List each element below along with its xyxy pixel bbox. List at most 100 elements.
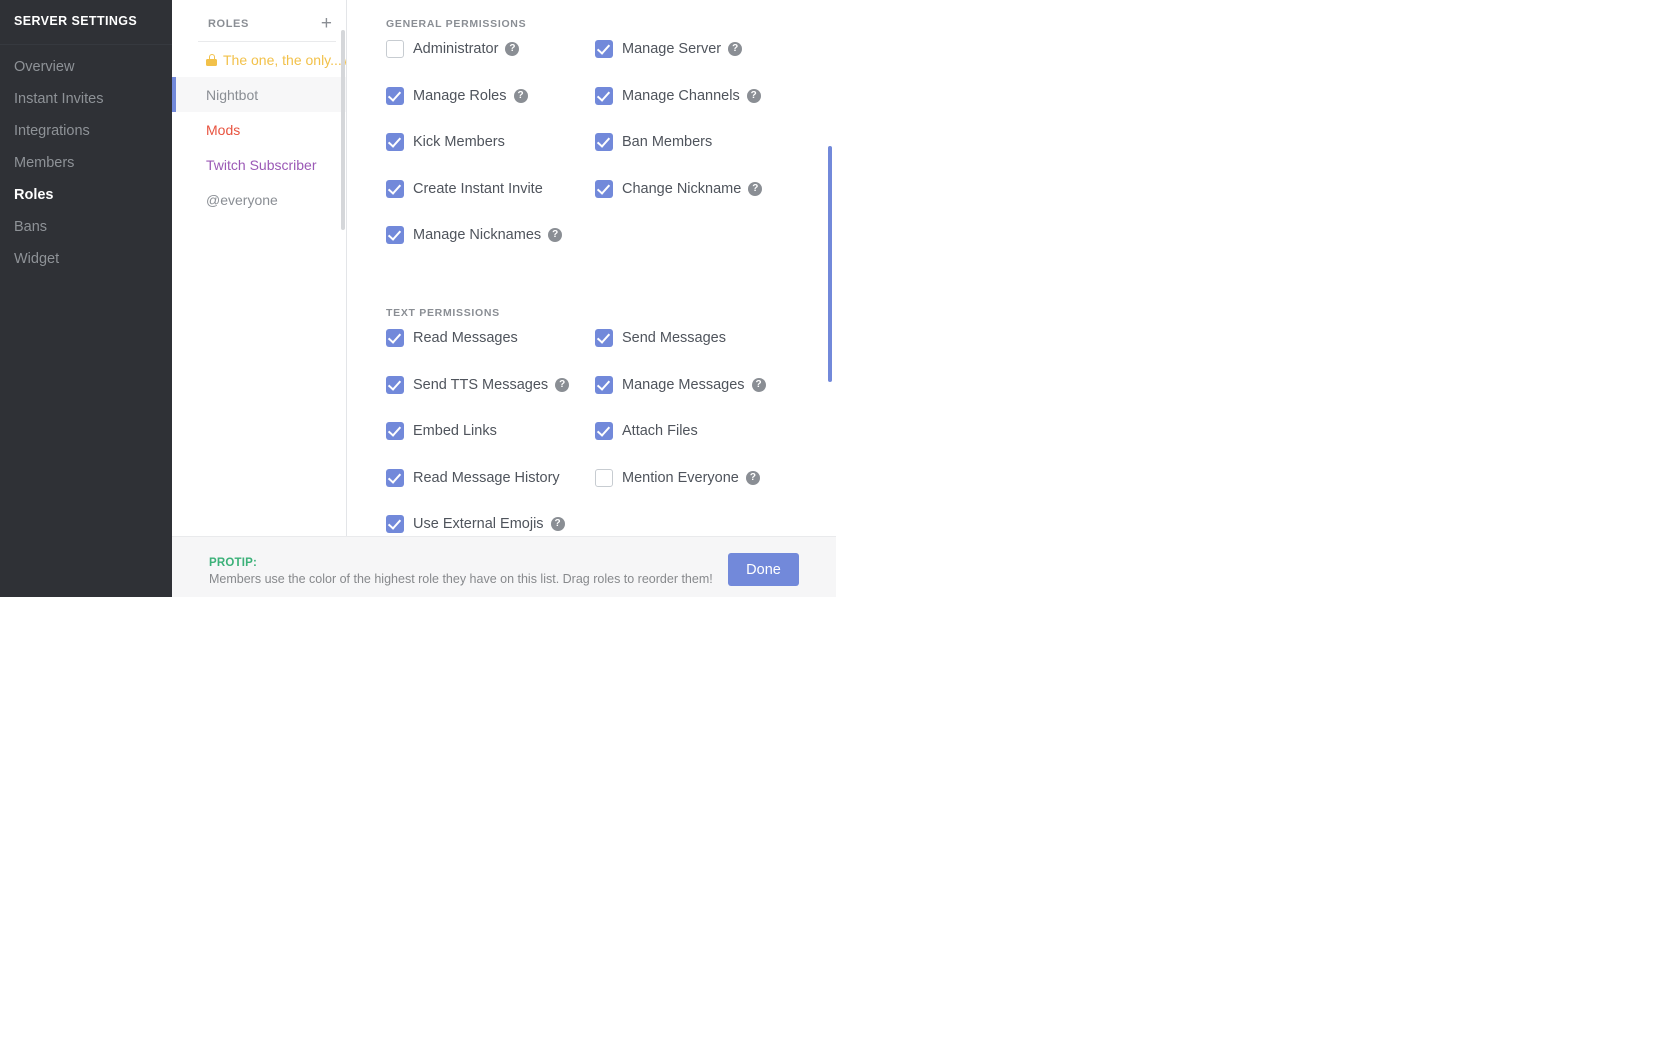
roles-header-label: ROLES bbox=[208, 17, 249, 30]
permission-toggle[interactable]: Use External Emojis? bbox=[386, 515, 565, 534]
sidebar-item-bans[interactable]: Bans bbox=[0, 211, 172, 243]
permission-label: Send Messages bbox=[622, 330, 726, 346]
protip-title: PROTIP: bbox=[209, 557, 258, 569]
checkbox-checked-icon[interactable] bbox=[386, 329, 404, 347]
sidebar-item-overview[interactable]: Overview bbox=[0, 51, 172, 83]
done-button[interactable]: Done bbox=[728, 553, 799, 586]
permission-toggle[interactable]: Manage Roles? bbox=[386, 86, 528, 105]
lock-icon bbox=[206, 53, 217, 66]
roles-list: The one, the only...w Nightbot Mods Twitch … bbox=[172, 42, 346, 217]
role-name: Twitch Subscriber bbox=[206, 156, 317, 173]
role-list-item[interactable]: Twitch Subscriber bbox=[172, 147, 346, 182]
help-icon[interactable]: ? bbox=[513, 88, 528, 103]
permission-toggle[interactable]: Create Instant Invite bbox=[386, 179, 543, 198]
permission-toggle[interactable]: Change Nickname? bbox=[595, 179, 763, 198]
checkbox-checked-icon[interactable] bbox=[595, 375, 613, 394]
server-settings-window: SERVER SETTINGS Overview Instant Invites I… bbox=[0, 0, 836, 597]
checkbox-checked-icon[interactable] bbox=[595, 40, 613, 58]
permission-label: Read Messages bbox=[413, 330, 518, 346]
role-name: @everyone bbox=[206, 191, 278, 208]
sidebar-item-widget[interactable]: Widget bbox=[0, 243, 172, 275]
checkbox-checked-icon[interactable] bbox=[386, 515, 404, 534]
help-icon[interactable]: ? bbox=[550, 517, 565, 532]
plus-icon[interactable]: + bbox=[321, 14, 332, 33]
permission-toggle[interactable]: Send Messages bbox=[595, 329, 726, 347]
permission-label: Ban Members bbox=[622, 134, 713, 151]
help-icon[interactable]: ? bbox=[748, 181, 763, 196]
permission-label: Manage Messages bbox=[622, 376, 745, 393]
permission-label: Kick Members bbox=[413, 134, 505, 151]
permission-label: Manage Roles bbox=[413, 87, 507, 104]
help-icon[interactable]: ? bbox=[555, 377, 570, 392]
sidebar-item-roles[interactable]: Roles bbox=[0, 179, 172, 211]
permission-toggle[interactable]: Administrator? bbox=[386, 40, 520, 58]
permission-label: Administrator bbox=[413, 41, 499, 57]
checkbox-unchecked-icon[interactable] bbox=[595, 468, 613, 487]
roles-scrollbar-track[interactable] bbox=[341, 30, 345, 530]
checkbox-checked-icon[interactable] bbox=[386, 86, 404, 105]
roles-panel-header: ROLES + bbox=[172, 0, 346, 34]
role-list-item[interactable]: The one, the only...w bbox=[172, 42, 346, 77]
permissions-scrollbar-track[interactable] bbox=[828, 20, 832, 530]
settings-sidebar: SERVER SETTINGS Overview Instant Invites I… bbox=[0, 0, 172, 597]
permission-toggle[interactable]: Ban Members bbox=[595, 133, 713, 152]
permission-toggle[interactable]: Mention Everyone? bbox=[595, 468, 760, 487]
sidebar-item-instant-invites[interactable]: Instant Invites bbox=[0, 83, 172, 115]
checkbox-checked-icon[interactable] bbox=[595, 329, 613, 347]
roles-panel: ROLES + The one, the only...w Nightbot Mod… bbox=[172, 0, 347, 536]
permission-label: Use External Emojis bbox=[413, 516, 544, 533]
permission-toggle[interactable]: Manage Messages? bbox=[595, 375, 766, 394]
roles-scrollbar-thumb[interactable] bbox=[341, 30, 345, 230]
role-name: The one, the only...w bbox=[223, 51, 346, 68]
checkbox-unchecked-icon[interactable] bbox=[386, 40, 404, 58]
role-list-item[interactable]: Nightbot bbox=[172, 77, 346, 112]
help-icon[interactable]: ? bbox=[728, 42, 743, 56]
permission-label: Send TTS Messages bbox=[413, 376, 549, 393]
permission-toggle[interactable]: Manage Channels? bbox=[595, 86, 761, 105]
protip-body: Members use the color of the highest rol… bbox=[209, 572, 713, 586]
help-icon[interactable]: ? bbox=[746, 88, 761, 103]
help-icon[interactable]: ? bbox=[745, 470, 760, 485]
sidebar-item-members[interactable]: Members bbox=[0, 147, 172, 179]
checkbox-checked-icon[interactable] bbox=[386, 179, 404, 198]
permission-label: Change Nickname bbox=[622, 180, 742, 197]
permission-toggle[interactable]: Send TTS Messages? bbox=[386, 375, 570, 394]
checkbox-checked-icon[interactable] bbox=[386, 422, 404, 441]
permission-label: Manage Server bbox=[622, 41, 722, 57]
checkbox-checked-icon[interactable] bbox=[595, 422, 613, 441]
checkbox-checked-icon[interactable] bbox=[386, 226, 404, 245]
permission-label: Embed Links bbox=[413, 423, 497, 440]
permission-toggle[interactable]: Kick Members bbox=[386, 133, 505, 152]
checkbox-checked-icon[interactable] bbox=[386, 468, 404, 487]
sidebar-title: SERVER SETTINGS bbox=[14, 14, 138, 28]
permission-toggle[interactable]: Embed Links bbox=[386, 422, 497, 441]
checkbox-checked-icon[interactable] bbox=[595, 133, 613, 152]
permissions-section-label: TEXT PERMISSIONS bbox=[386, 307, 500, 319]
permission-toggle[interactable]: Read Message History bbox=[386, 468, 560, 487]
permission-toggle[interactable]: Read Messages bbox=[386, 329, 518, 347]
permission-label: Manage Nicknames bbox=[413, 227, 542, 244]
help-icon[interactable]: ? bbox=[505, 42, 520, 56]
checkbox-checked-icon[interactable] bbox=[595, 86, 613, 105]
permission-label: Read Message History bbox=[413, 469, 560, 486]
sidebar-nav-list: Overview Instant Invites Integrations Membe… bbox=[0, 51, 172, 275]
permission-toggle[interactable]: Manage Nicknames? bbox=[386, 226, 563, 245]
permission-label: Mention Everyone bbox=[622, 469, 739, 486]
permissions-panel: GENERAL PERMISSIONS Administrator? Manage … bbox=[348, 0, 836, 536]
permission-toggle[interactable]: Attach Files bbox=[595, 422, 698, 441]
help-icon[interactable]: ? bbox=[751, 377, 766, 392]
footer-bar: PROTIP: Members use the color of the hig… bbox=[172, 536, 836, 597]
checkbox-checked-icon[interactable] bbox=[595, 179, 613, 198]
role-list-item[interactable]: @everyone bbox=[172, 182, 346, 217]
checkbox-checked-icon[interactable] bbox=[386, 375, 404, 394]
permissions-scrollbar-thumb[interactable] bbox=[828, 146, 832, 382]
permission-label: Attach Files bbox=[622, 423, 698, 440]
role-name: Nightbot bbox=[206, 86, 259, 103]
help-icon[interactable]: ? bbox=[548, 228, 563, 243]
permission-toggle[interactable]: Manage Server? bbox=[595, 40, 743, 58]
checkbox-checked-icon[interactable] bbox=[386, 133, 404, 152]
role-list-item[interactable]: Mods bbox=[172, 112, 346, 147]
permissions-section-label: GENERAL PERMISSIONS bbox=[386, 18, 527, 30]
permission-label: Manage Channels bbox=[622, 87, 740, 104]
sidebar-item-integrations[interactable]: Integrations bbox=[0, 115, 172, 147]
